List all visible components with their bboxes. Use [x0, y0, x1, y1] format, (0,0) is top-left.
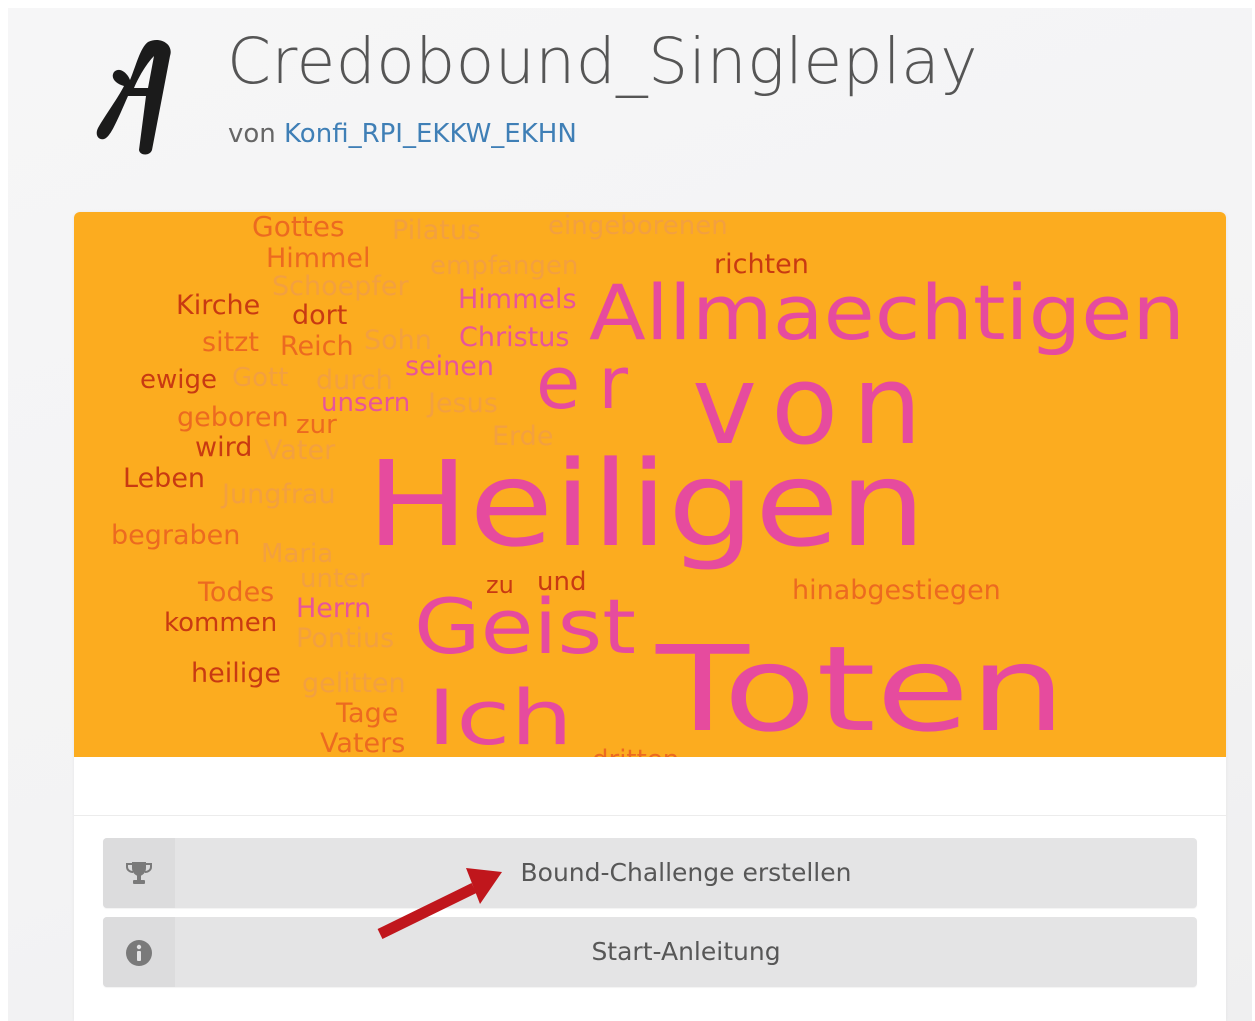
word-cloud-word: Leben: [123, 463, 205, 494]
word-cloud-word: Tage: [335, 698, 398, 729]
word-cloud-word: eingeborenen: [548, 212, 728, 241]
author-link[interactable]: Konfi_RPI_EKKW_EKHN: [284, 119, 577, 149]
word-cloud-word: empfangen: [430, 251, 578, 281]
bound-challenge-button[interactable]: Bound-Challenge erstellen: [103, 838, 1197, 908]
start-guide-label: Start-Anleitung: [591, 937, 781, 966]
info-circle-icon: [126, 940, 152, 966]
word-cloud-word: Vaters: [320, 728, 405, 757]
word-cloud-word: Jesus: [426, 388, 498, 419]
word-cloud-word: geboren: [177, 402, 289, 433]
word-cloud-word: er: [536, 341, 628, 425]
card-divider: [74, 815, 1226, 816]
word-cloud-word: kommen: [164, 608, 277, 638]
word-cloud-word: heilige: [191, 658, 281, 689]
button-icon-cell: [103, 838, 175, 908]
bound-challenge-label: Bound-Challenge erstellen: [520, 858, 852, 887]
word-cloud-word: unter: [300, 564, 370, 594]
word-cloud-word: hinabgestiegen: [792, 575, 1001, 606]
word-cloud-word: ewige: [140, 365, 217, 395]
word-cloud-word: Schoepfer: [272, 271, 409, 302]
word-cloud-word: dritten: [592, 745, 679, 757]
red-arrow-icon: [377, 868, 502, 939]
word-cloud-word: Geist: [414, 582, 636, 671]
word-cloud-word: seinen: [405, 351, 494, 382]
word-cloud-word: begraben: [111, 520, 240, 551]
word-cloud-word: Himmels: [458, 284, 577, 315]
word-cloud-word: Toten: [655, 620, 1066, 757]
word-cloud-word: Kirche: [176, 290, 260, 321]
author-byline: von Konfi_RPI_EKKW_EKHN: [228, 119, 577, 149]
word-cloud-word: Herrn: [296, 593, 371, 624]
button-icon-cell: [103, 917, 175, 987]
word-cloud-word: Vater: [264, 435, 336, 466]
word-cloud-word: Jungfrau: [220, 479, 336, 510]
word-cloud-word: Ich: [427, 673, 573, 757]
word-cloud-word: Himmel: [266, 243, 371, 274]
word-cloud-word: gelitten: [302, 668, 406, 699]
word-cloud-word: Gott: [232, 363, 288, 393]
script-a-logo-icon: [96, 39, 171, 155]
word-cloud-image: Gottes Pilatus eingeborenen Himmel empfangen…: [74, 212, 1226, 757]
start-guide-button[interactable]: Start-Anleitung: [103, 917, 1197, 987]
word-cloud-word: sitzt: [202, 327, 259, 358]
word-cloud-word: Todes: [197, 577, 274, 608]
word-cloud-word: dort: [292, 300, 347, 331]
trophy-icon: [126, 862, 152, 884]
page-title: Credobound_Singleplay: [227, 25, 979, 98]
word-cloud-word: Reich: [280, 331, 354, 362]
by-prefix: von: [228, 119, 276, 149]
word-cloud-word: Gottes: [252, 212, 345, 243]
word-cloud-canvas: Gottes Pilatus eingeborenen Himmel empfangen…: [111, 212, 1185, 757]
word-cloud-word: Pilatus: [392, 215, 481, 246]
word-cloud-word: Heiligen: [366, 435, 926, 573]
word-cloud-word: Pontius: [296, 623, 394, 654]
word-cloud-word: wird: [195, 432, 252, 463]
